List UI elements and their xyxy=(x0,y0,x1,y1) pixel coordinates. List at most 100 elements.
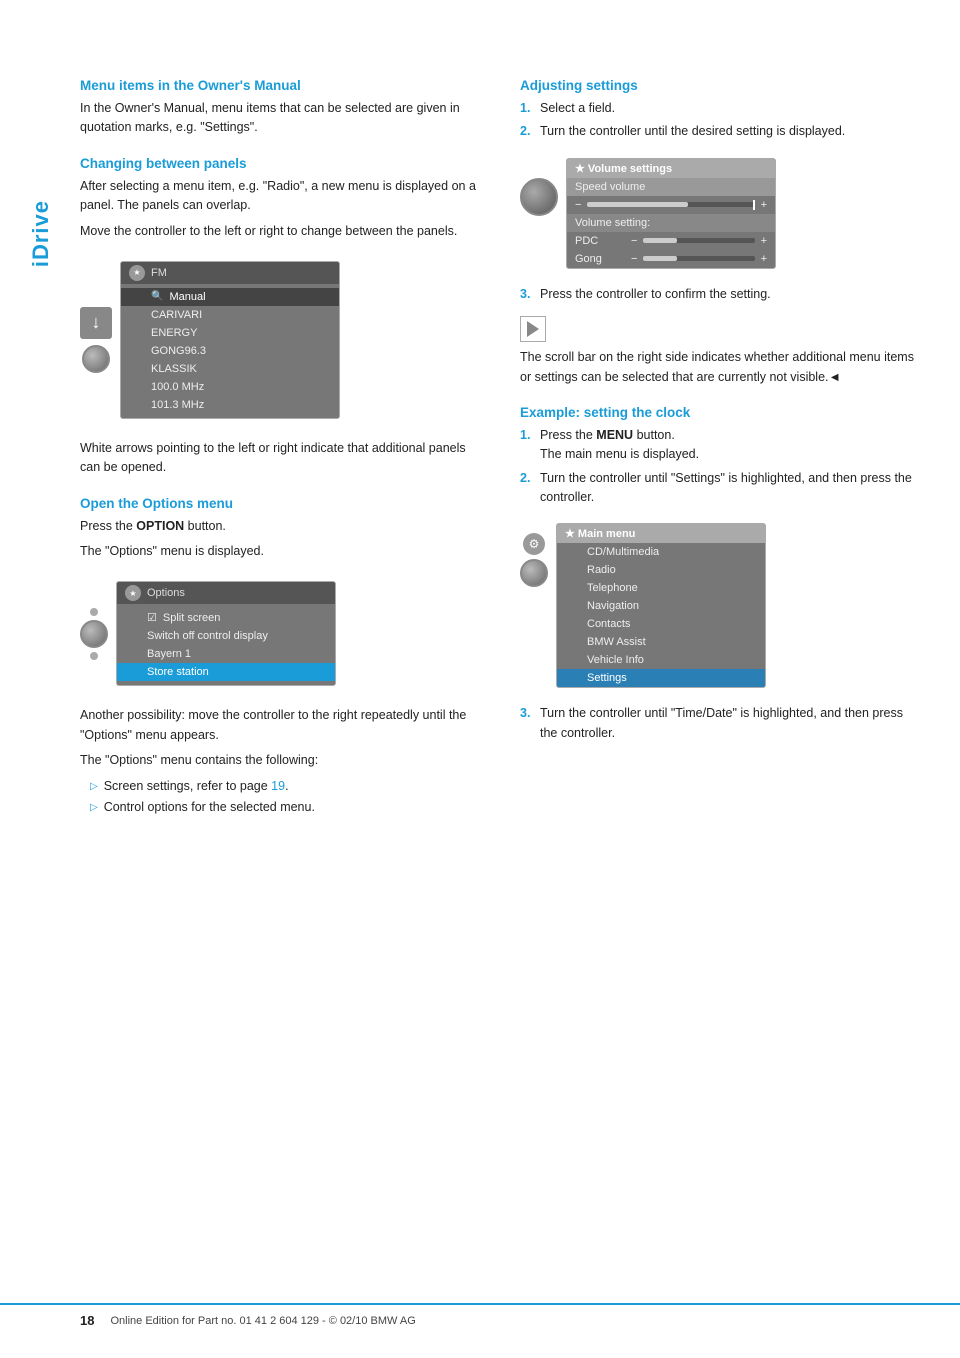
adjusting-step-2: 2. Turn the controller until the desired… xyxy=(520,122,920,141)
step1-text: Select a field. xyxy=(540,99,615,118)
fm-screen: ★ FM 🔍 Manual CARIVARI ENERGY GONG96.3 K… xyxy=(120,261,340,419)
controller-knob-options xyxy=(80,620,108,648)
bullet-screen-settings: Screen settings, refer to page 19. xyxy=(90,777,480,796)
vol-subheader: Speed volume xyxy=(567,178,775,196)
page-container: iDrive Menu items in the Owner's Manual … xyxy=(0,0,960,1358)
fm-screen-header: ★ FM xyxy=(121,262,339,284)
clock-step1-text: Press the MENU button.The main menu is d… xyxy=(540,426,699,465)
vol-slider xyxy=(587,202,754,207)
options-row-switch-off: Switch off control display xyxy=(117,627,335,645)
options-screen-wrapper: ★ Options ☑ Split screen Switch off cont… xyxy=(80,571,480,696)
mainmenu-item-navigation: Navigation xyxy=(557,597,765,615)
mainmenu-item-telephone: Telephone xyxy=(557,579,765,597)
step3-text: Press the controller to confirm the sett… xyxy=(540,285,771,304)
vol-gong-row: Gong − + xyxy=(567,250,775,268)
mainmenu-knob-side: ⚙ xyxy=(520,533,548,587)
changing-panels-body2: Move the controller to the left or right… xyxy=(80,222,480,241)
section-heading-changing-panels: Changing between panels xyxy=(80,156,480,171)
gong-minus-icon: − xyxy=(631,253,637,265)
fm-row-carivari: CARIVARI xyxy=(121,306,339,324)
footer: 18 Online Edition for Part no. 01 41 2 6… xyxy=(0,1303,960,1328)
mainmenu-header: ★ Main menu xyxy=(557,524,765,543)
step1-num: 1. xyxy=(520,99,534,118)
clock-step-2: 2. Turn the controller until "Settings" … xyxy=(520,469,920,508)
left-column: Menu items in the Owner's Manual In the … xyxy=(80,60,480,823)
adjusting-step-3: 3. Press the controller to confirm the s… xyxy=(520,285,920,304)
mainmenu-item-radio: Radio xyxy=(557,561,765,579)
adjusting-step3-list: 3. Press the controller to confirm the s… xyxy=(520,285,920,304)
step3-num: 3. xyxy=(520,285,534,304)
vol-setting-label: Volume setting: xyxy=(567,214,775,232)
vol-plus-icon: + xyxy=(761,199,767,211)
changing-panels-body1: After selecting a menu item, e.g. "Radio… xyxy=(80,177,480,216)
bullet-screen-settings-text: Screen settings, refer to page 19. xyxy=(104,777,289,796)
pdc-slider-fill xyxy=(643,238,676,243)
link-page19[interactable]: 19 xyxy=(271,779,285,793)
pdc-plus-icon: + xyxy=(761,235,767,247)
options-header-icon: ★ xyxy=(125,585,141,601)
options-row-store: Store station xyxy=(117,663,335,681)
gear-icon: ⚙ xyxy=(523,533,545,555)
step2-text: Turn the controller until the desired se… xyxy=(540,122,845,141)
fm-left-controls: ↓ xyxy=(80,307,112,373)
section-heading-adjusting: Adjusting settings xyxy=(520,78,920,93)
fm-screen-body: 🔍 Manual CARIVARI ENERGY GONG96.3 KLASSI… xyxy=(121,284,339,418)
fm-row-101: 101.3 MHz xyxy=(121,396,339,414)
footer-page-number: 18 xyxy=(80,1313,94,1328)
gong-slider xyxy=(643,256,754,261)
small-dot xyxy=(90,608,98,616)
fm-row-100: 100.0 MHz xyxy=(121,378,339,396)
mainmenu-item-cd: CD/Multimedia xyxy=(557,543,765,561)
options-screen-header: ★ Options xyxy=(117,582,335,604)
changing-panels-caption: White arrows pointing to the left or rig… xyxy=(80,439,480,478)
mainmenu-wrapper: ⚙ ★ Main menu CD/Multimedia Radio Teleph… xyxy=(520,513,920,698)
options-row-bayern: Bayern 1 xyxy=(117,645,335,663)
scroll-indicator-block xyxy=(520,316,546,342)
slider-marker xyxy=(753,200,755,210)
down-arrow-button: ↓ xyxy=(80,307,112,339)
section-heading-options: Open the Options menu xyxy=(80,496,480,511)
fm-row-klassik: KLASSIK xyxy=(121,360,339,378)
options-instruction: Press the OPTION button. xyxy=(80,517,480,536)
fm-header-label: FM xyxy=(151,267,167,279)
mainmenu-item-vehicle-info: Vehicle Info xyxy=(557,651,765,669)
split-screen-icon: ☑ xyxy=(147,611,157,624)
clock-step1-num: 1. xyxy=(520,426,534,465)
bullet-control-options-text: Control options for the selected menu. xyxy=(104,798,315,817)
options-instruction2: The "Options" menu is displayed. xyxy=(80,542,480,561)
section-options-menu: Open the Options menu Press the OPTION b… xyxy=(80,496,480,818)
pdc-slider xyxy=(643,238,754,243)
clock-step2-text: Turn the controller until "Settings" is … xyxy=(540,469,920,508)
search-icon-fm: 🔍 xyxy=(151,291,163,302)
triangle-right-icon xyxy=(527,321,539,337)
clock-step2-num: 2. xyxy=(520,469,534,508)
fm-screen-wrapper: ↓ ★ FM 🔍 Manual CARIVARI xyxy=(80,251,480,429)
clock-step-3: 3. Turn the controller until "Time/Date"… xyxy=(520,704,920,743)
options-body2: The "Options" menu contains the followin… xyxy=(80,751,480,770)
mainmenu-header-icon: ★ xyxy=(565,528,575,540)
small-dot-2 xyxy=(90,652,98,660)
step2-num: 2. xyxy=(520,122,534,141)
pdc-label: PDC xyxy=(575,235,625,247)
vol-minus-icon: − xyxy=(575,199,581,211)
vol-screen-wrapper: ★ Volume settings Speed volume − + Volum… xyxy=(520,148,920,279)
pdc-minus-icon: − xyxy=(631,235,637,247)
gong-slider-fill xyxy=(643,256,676,261)
bullet-control-options: Control options for the selected menu. xyxy=(90,798,480,817)
fm-row-energy: ENERGY xyxy=(121,324,339,342)
sidebar-label: iDrive xyxy=(28,200,54,267)
adjusting-steps-list: 1. Select a field. 2. Turn the controlle… xyxy=(520,99,920,142)
options-body1: Another possibility: move the controller… xyxy=(80,706,480,745)
section-menu-items-body: In the Owner's Manual, menu items that c… xyxy=(80,99,480,138)
scroll-note: The scroll bar on the right side indicat… xyxy=(520,348,920,387)
vol-slider-row: − + xyxy=(567,196,775,214)
mainmenu-item-contacts: Contacts xyxy=(557,615,765,633)
gong-plus-icon: + xyxy=(761,253,767,265)
adjusting-step-1: 1. Select a field. xyxy=(520,99,920,118)
controller-knob-fm xyxy=(82,345,110,373)
scroll-box xyxy=(520,316,546,342)
clock-step3-num: 3. xyxy=(520,704,534,743)
right-column: Adjusting settings 1. Select a field. 2.… xyxy=(520,60,920,823)
controller-knob-vol xyxy=(520,178,558,216)
options-row-split: ☑ Split screen xyxy=(117,608,335,627)
